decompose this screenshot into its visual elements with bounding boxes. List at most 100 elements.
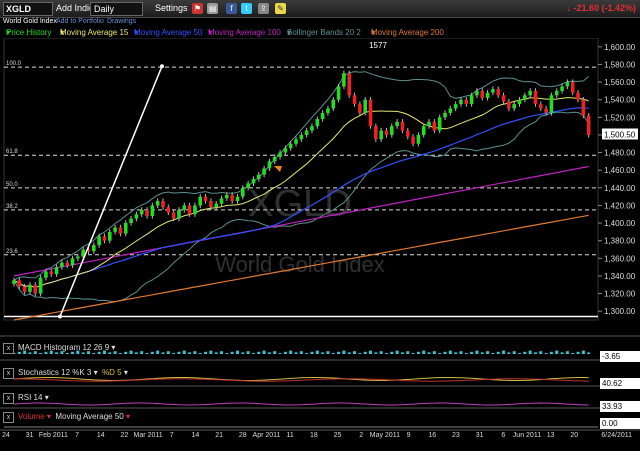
macd-bar (337, 351, 341, 354)
legend-ma200-label: Moving Average 200 (371, 28, 444, 37)
candle (570, 82, 575, 93)
x-tick-label: 9 (407, 432, 411, 439)
close-stochastics-icon[interactable]: x (3, 368, 14, 379)
subbar: World Gold Index Add to Portfolio Drawin… (0, 18, 640, 27)
candle (17, 280, 22, 287)
macd-bar (475, 350, 479, 354)
macd-bar (432, 351, 436, 354)
macd-bar (310, 351, 314, 354)
candle (102, 236, 107, 241)
candle (299, 134, 304, 140)
x-tick-label: 23 (452, 432, 460, 439)
candle (251, 179, 256, 184)
candle (60, 262, 64, 268)
twitter-icon[interactable]: t (241, 3, 252, 14)
macd-bar (140, 351, 144, 354)
close-macd-icon[interactable]: x (3, 343, 14, 354)
candle (230, 194, 234, 202)
macd-bar (502, 350, 506, 354)
macd-bar (454, 352, 458, 354)
macd-bar (156, 350, 160, 354)
candle (113, 227, 117, 232)
facebook-icon[interactable]: f (226, 3, 237, 14)
flag-icon[interactable]: ⚑ (192, 3, 203, 14)
y-tick-label: 1,460.00 (604, 166, 636, 175)
add-to-portfolio-link[interactable]: Add to Portfolio (56, 18, 104, 25)
candle (411, 136, 415, 144)
y-tick-label: 1,580.00 (604, 60, 636, 69)
macd-bar (161, 352, 165, 354)
candle (283, 148, 288, 153)
candle (586, 115, 591, 135)
rsi-value: 33.93 (600, 401, 640, 412)
share-icon[interactable]: ⇪ (258, 3, 269, 14)
volume-value: 0.00 (600, 418, 640, 429)
macd-bar (571, 353, 575, 354)
fib-label: 100.0 (6, 61, 22, 67)
watermark-symbol: XGLD (248, 183, 351, 225)
candle (336, 86, 341, 100)
macd-bar (358, 353, 362, 354)
symbol-input[interactable]: XGLD (3, 2, 53, 16)
candle (523, 95, 527, 100)
settings-button[interactable]: Settings (155, 2, 188, 14)
macd-bar (209, 350, 213, 354)
price-change-value: -21.60 (-1.42%) (573, 3, 636, 13)
down-arrow-icon: ↓ (566, 3, 571, 13)
legend-price-history[interactable]: Price History ▾ (6, 27, 51, 38)
bollinger-upper-line (13, 71, 590, 281)
macd-bar (193, 351, 197, 354)
note-icon[interactable]: ✎ (275, 3, 286, 14)
legend-ma15[interactable]: Moving Average 15 ▾ (60, 27, 128, 38)
candle (443, 112, 447, 118)
macd-bar (379, 351, 383, 354)
legend-ma200[interactable]: Moving Average 200 ▾ (371, 27, 444, 38)
candle (198, 196, 203, 206)
candle (155, 201, 160, 206)
x-tick-label: 13 (547, 432, 555, 439)
x-tick-label: 22 (121, 432, 129, 439)
macd-bar (384, 353, 388, 354)
candle (544, 108, 548, 113)
candle (235, 196, 240, 202)
price-chart[interactable]: XGLD World Gold Index 1,300.00 1,320.00 1,34… (0, 37, 640, 446)
candle (538, 104, 543, 109)
macd-bar (220, 351, 224, 354)
macd-label[interactable]: MACD Histogram 12 26 9 ▾ (18, 343, 115, 353)
candle (565, 82, 570, 87)
candle (70, 258, 75, 266)
legend-bollinger[interactable]: Bollinger Bands 20 2 ▾ (287, 27, 361, 38)
candle (203, 196, 208, 202)
rsi-name: RSI 14 (18, 393, 43, 402)
x-tick-label: 6 (501, 432, 505, 439)
candle (38, 277, 43, 294)
candle (496, 89, 501, 96)
chart-area[interactable]: XGLD World Gold Index 1,300.00 1,320.00 1,34… (0, 37, 640, 446)
y-tick-label: 1,440.00 (604, 184, 636, 193)
stochastics-label[interactable]: Stochastics 12 %K 3 ▾ %D 5 ▾ (18, 368, 128, 378)
price-change: ↓ -21.60 (-1.42%) (566, 3, 636, 13)
x-tick-label: 24 (2, 432, 10, 439)
legend-ma50[interactable]: Moving Average 50 ▾ (134, 27, 202, 38)
legend-ma15-label: Moving Average 15 (60, 28, 129, 37)
macd-bar (470, 351, 474, 354)
candle (576, 92, 580, 100)
macd-bar (507, 352, 511, 354)
candle (416, 134, 421, 144)
x-tick-label: 20 (570, 432, 578, 439)
print-icon[interactable]: ▤ (207, 3, 218, 14)
close-volume-icon[interactable]: x (3, 412, 14, 423)
period-select[interactable]: Daily (90, 2, 143, 16)
candle (310, 126, 314, 131)
legend-ma100[interactable]: Moving Average 100 ▾ (208, 27, 281, 38)
volume-label[interactable]: Volume ▾ Moving Average 50 ▾ (18, 412, 130, 422)
macd-bar (246, 351, 250, 354)
close-rsi-icon[interactable]: x (3, 393, 14, 404)
rsi-label[interactable]: RSI 14 ▾ (18, 393, 49, 403)
macd-bar (299, 351, 303, 354)
y-tick-label: 1,360.00 (604, 254, 636, 263)
drawings-link[interactable]: Drawings (107, 18, 136, 25)
candle (267, 161, 272, 169)
macd-bar (188, 352, 192, 354)
x-tick-label: 18 (310, 432, 318, 439)
